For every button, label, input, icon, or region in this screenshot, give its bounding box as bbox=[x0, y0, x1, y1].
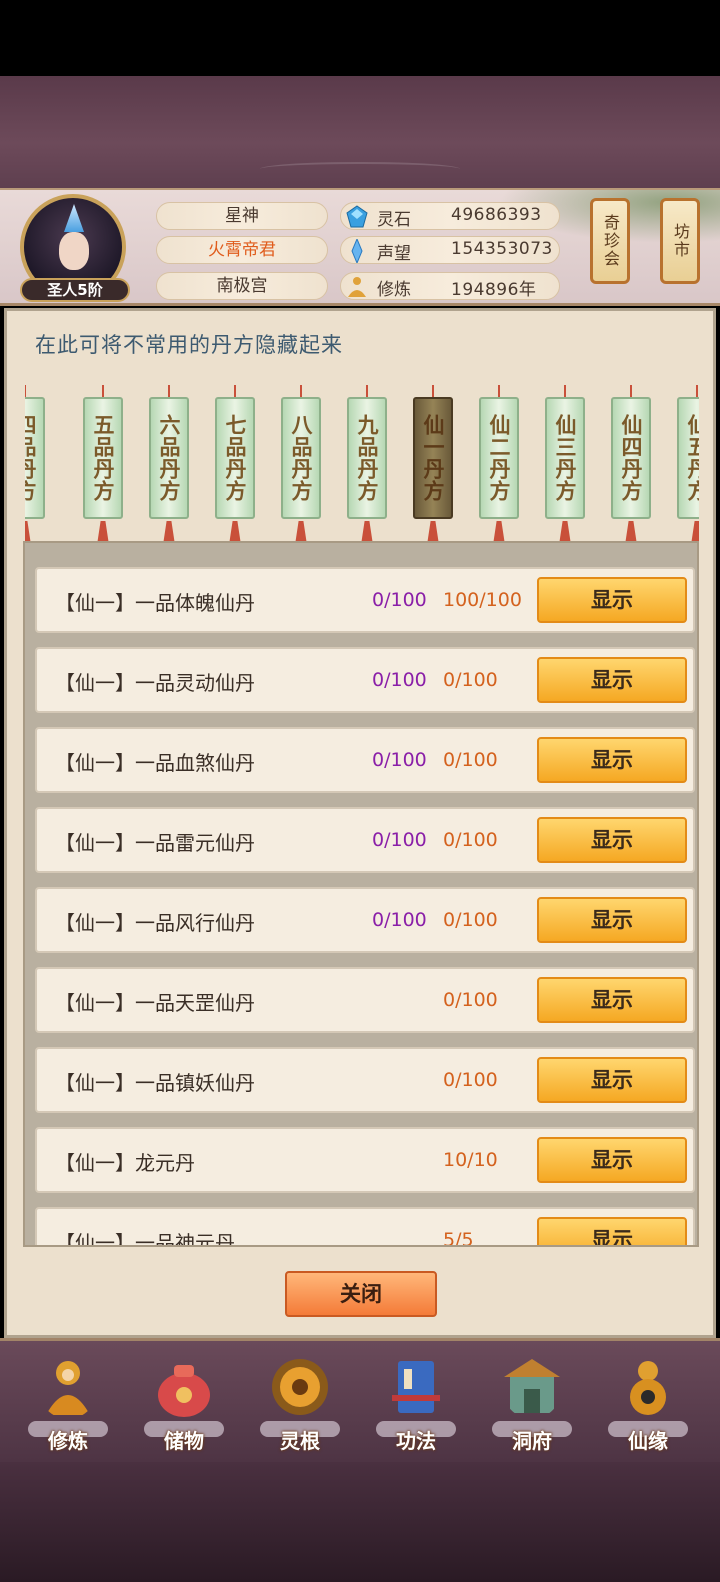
count-orange: 0/100 bbox=[443, 669, 498, 691]
count-purple: 0/100 bbox=[372, 749, 427, 771]
meditation-icon bbox=[348, 277, 366, 297]
list-item: 【仙一】一品神元丹 5/5 显示 bbox=[35, 1207, 695, 1247]
count-purple: 0/100 bbox=[372, 669, 427, 691]
palace-pill: 南极宫 bbox=[156, 272, 328, 300]
prestige-crystal-icon bbox=[351, 239, 363, 263]
count-orange: 0/100 bbox=[443, 909, 498, 931]
count-orange: 5/5 bbox=[443, 1229, 474, 1247]
stat-value: 194896年 bbox=[451, 280, 537, 300]
count-orange: 0/100 bbox=[443, 749, 498, 771]
recipe-name: 【仙一】一品镇妖仙丹 bbox=[55, 1071, 255, 1095]
nav-spirit-root[interactable]: 灵根 bbox=[252, 1349, 348, 1457]
ornament-line bbox=[260, 162, 460, 176]
list-item: 【仙一】一品血煞仙丹 0/100 0/100 显示 bbox=[35, 727, 695, 793]
crown-icon bbox=[64, 204, 84, 232]
stat-cultivation: 修炼 194896年 bbox=[340, 272, 560, 300]
recipe-name: 【仙一】一品灵动仙丹 bbox=[55, 671, 255, 695]
nav-immortal-fate[interactable]: 仙缘 bbox=[600, 1349, 696, 1457]
recipe-list[interactable]: 【仙一】一品体魄仙丹 0/100 100/100 显示 【仙一】一品灵动仙丹 0… bbox=[23, 541, 699, 1247]
storage-bag-icon bbox=[158, 1365, 210, 1417]
count-orange: 0/100 bbox=[443, 1069, 498, 1091]
count-orange: 0/100 bbox=[443, 829, 498, 851]
close-button[interactable]: 关闭 bbox=[285, 1271, 437, 1317]
list-item: 【仙一】一品天罡仙丹 0/100 显示 bbox=[35, 967, 695, 1033]
show-button[interactable]: 显示 bbox=[537, 1137, 687, 1183]
show-button[interactable]: 显示 bbox=[537, 577, 687, 623]
stat-value: 154353073 bbox=[451, 239, 553, 259]
recipe-name: 【仙一】一品血煞仙丹 bbox=[55, 751, 255, 775]
show-button[interactable]: 显示 bbox=[537, 977, 687, 1023]
recipe-name: 【仙一】一品风行仙丹 bbox=[55, 911, 255, 935]
recipe-hide-panel: 在此可将不常用的丹方隐藏起来 四品丹方 五品丹方 六品丹方 七品丹方 八品丹方 … bbox=[4, 308, 716, 1338]
list-item: 【仙一】一品镇妖仙丹 0/100 显示 bbox=[35, 1047, 695, 1113]
recipe-name: 【仙一】一品天罡仙丹 bbox=[55, 991, 255, 1015]
show-button[interactable]: 显示 bbox=[537, 737, 687, 783]
rank-badge: 圣人5阶 bbox=[20, 278, 130, 302]
title-pill: 星神 bbox=[156, 202, 328, 230]
market-button[interactable]: 坊市 bbox=[660, 198, 700, 284]
bottom-decoration bbox=[0, 1462, 720, 1582]
stat-spirit-stone: 灵石 49686393 bbox=[340, 202, 560, 230]
count-purple: 0/100 bbox=[372, 829, 427, 851]
show-button[interactable]: 显示 bbox=[537, 897, 687, 943]
count-orange: 100/100 bbox=[443, 589, 522, 611]
tab-grade-9[interactable]: 九品丹方 bbox=[345, 379, 389, 549]
recipe-name: 【仙一】一品雷元仙丹 bbox=[55, 831, 255, 855]
tab-grade-5[interactable]: 五品丹方 bbox=[81, 379, 125, 549]
technique-book-icon bbox=[392, 1361, 440, 1413]
tab-grade-7[interactable]: 七品丹方 bbox=[213, 379, 257, 549]
list-item: 【仙一】一品风行仙丹 0/100 0/100 显示 bbox=[35, 887, 695, 953]
count-purple: 0/100 bbox=[372, 909, 427, 931]
tab-immortal-1[interactable]: 仙一丹方 bbox=[411, 379, 455, 549]
list-item: 【仙一】一品灵动仙丹 0/100 0/100 显示 bbox=[35, 647, 695, 713]
tab-immortal-2[interactable]: 仙二丹方 bbox=[477, 379, 521, 549]
tab-immortal-3[interactable]: 仙三丹方 bbox=[543, 379, 587, 549]
recipe-name: 【仙一】一品神元丹 bbox=[55, 1231, 235, 1247]
bottom-nav: 修炼 储物 灵根 功法 洞府 仙缘 bbox=[0, 1338, 720, 1462]
stat-label: 灵石 bbox=[377, 210, 411, 230]
nav-technique[interactable]: 功法 bbox=[368, 1349, 464, 1457]
cultivation-figure-icon bbox=[46, 1361, 90, 1415]
spirit-stone-icon bbox=[346, 205, 368, 228]
nav-cultivation[interactable]: 修炼 bbox=[20, 1349, 116, 1457]
player-name-pill: 火霄帝君 bbox=[156, 236, 328, 264]
show-button[interactable]: 显示 bbox=[537, 1057, 687, 1103]
tab-immortal-4[interactable]: 仙四丹方 bbox=[609, 379, 653, 549]
cave-mansion-icon bbox=[504, 1359, 560, 1413]
stat-value: 49686393 bbox=[451, 205, 542, 225]
count-orange: 0/100 bbox=[443, 989, 498, 1011]
count-purple: 0/100 bbox=[372, 589, 427, 611]
stat-label: 修炼 bbox=[377, 280, 411, 300]
treasure-fair-button[interactable]: 奇珍会 bbox=[590, 198, 630, 284]
panel-hint: 在此可将不常用的丹方隐藏起来 bbox=[35, 333, 343, 357]
recipe-name: 【仙一】一品体魄仙丹 bbox=[55, 591, 255, 615]
show-button[interactable]: 显示 bbox=[537, 817, 687, 863]
stat-label: 声望 bbox=[377, 244, 411, 264]
show-button[interactable]: 显示 bbox=[537, 1217, 687, 1245]
nav-cave-mansion[interactable]: 洞府 bbox=[484, 1349, 580, 1457]
list-item: 【仙一】一品雷元仙丹 0/100 0/100 显示 bbox=[35, 807, 695, 873]
stat-prestige: 声望 154353073 bbox=[340, 236, 560, 264]
tab-grade-6[interactable]: 六品丹方 bbox=[147, 379, 191, 549]
top-decoration bbox=[0, 76, 720, 188]
recipe-name: 【仙一】龙元丹 bbox=[55, 1151, 195, 1175]
tab-grade-8[interactable]: 八品丹方 bbox=[279, 379, 323, 549]
nav-storage[interactable]: 储物 bbox=[136, 1349, 232, 1457]
status-bar-area bbox=[0, 0, 720, 76]
tab-immortal-5[interactable]: 仙五丹方 bbox=[675, 379, 699, 549]
count-orange: 10/10 bbox=[443, 1149, 498, 1171]
list-item: 【仙一】一品体魄仙丹 0/100 100/100 显示 bbox=[35, 567, 695, 633]
recipe-tabs: 四品丹方 五品丹方 六品丹方 七品丹方 八品丹方 九品丹方 仙一丹方 仙二丹方 … bbox=[25, 379, 699, 555]
list-item: 【仙一】龙元丹 10/10 显示 bbox=[35, 1127, 695, 1193]
face-portrait bbox=[59, 232, 89, 270]
show-button[interactable]: 显示 bbox=[537, 657, 687, 703]
spirit-root-icon bbox=[272, 1359, 328, 1415]
immortal-fate-gourd-icon bbox=[630, 1361, 666, 1415]
player-header: 圣人5阶 星神 火霄帝君 南极宫 灵石 49686393 声望 15435307… bbox=[0, 188, 720, 306]
tab-grade-4[interactable]: 四品丹方 bbox=[25, 379, 47, 549]
